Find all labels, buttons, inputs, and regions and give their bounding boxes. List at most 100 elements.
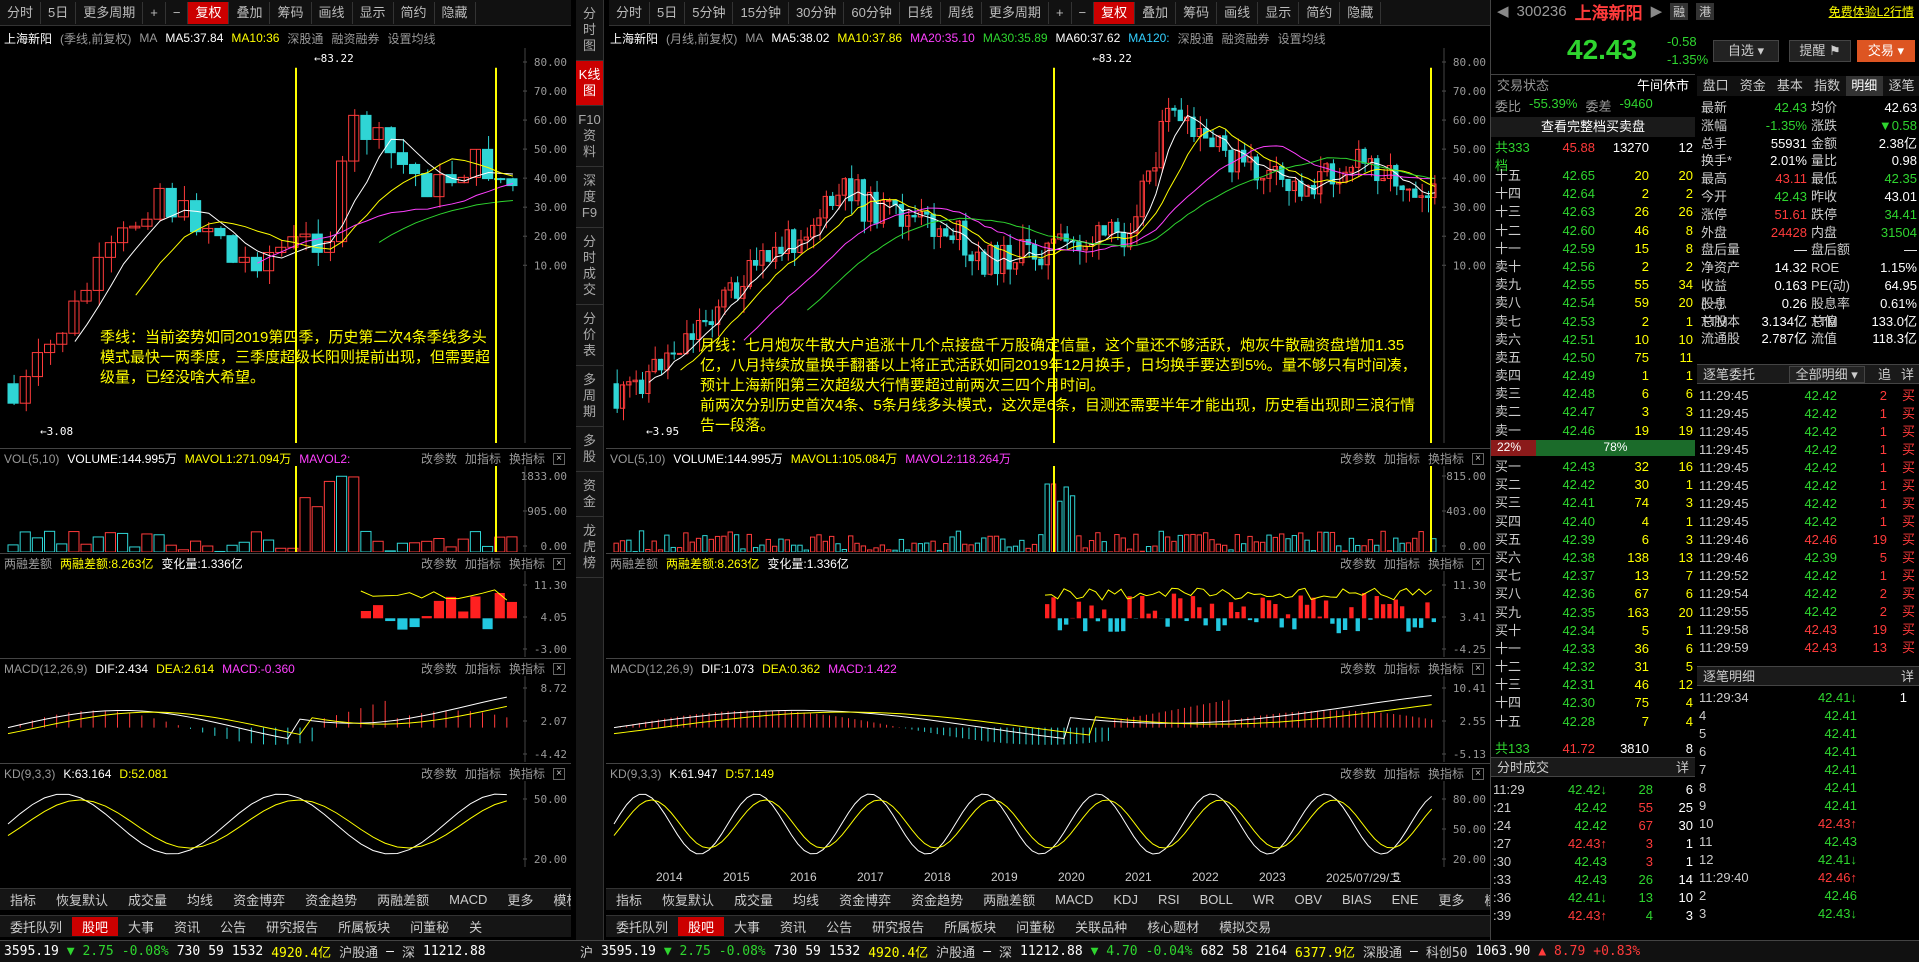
tab-5[interactable]: 研究报告 [256,917,328,936]
order-chase-button[interactable]: 追 [1878,365,1891,385]
tab-4[interactable]: 公告 [210,917,256,936]
orderbook-level[interactable]: 买六 42.38 138 13 [1491,549,1695,567]
tab-8[interactable]: 关联品种 [1065,917,1137,936]
toolbar-2[interactable]: 5分钟 [685,1,734,24]
toolbar-4[interactable]: − [166,1,189,24]
toolbar-10[interactable]: − [1072,1,1095,24]
tab-2[interactable]: 成交量 [118,890,177,909]
orderbook-level[interactable]: 卖十 42.56 2 2 [1491,258,1695,276]
indicator-action-button[interactable]: 改参数 [1340,765,1376,782]
tab-4[interactable]: 公告 [816,917,862,936]
tab-2[interactable]: 大事 [724,917,770,936]
vtab-1[interactable]: K线图 [576,61,603,106]
ticks-detail-button[interactable]: 详 [1676,758,1689,778]
tab-6[interactable]: 所属板块 [934,917,1006,936]
tab-1[interactable]: 股吧 [72,917,119,936]
orderbook-level[interactable]: 买十 42.34 5 1 [1491,622,1695,640]
toolbar-6[interactable]: 叠加 [229,1,271,24]
vtab-5[interactable]: 分价表 [576,305,603,366]
orderbook-level[interactable]: 十五 42.65 20 20 [1491,167,1695,185]
quote-tab-1[interactable]: 资金 [1734,76,1771,96]
l2-promo-link[interactable]: 免费体验L2行情 [1829,3,1914,20]
toolbar-8[interactable]: 更多周期 [982,1,1049,24]
toolbar-16[interactable]: 简约 [1299,1,1341,24]
close-indicator-icon[interactable]: × [553,662,565,675]
indicator-action-button[interactable]: 加指标 [465,555,501,572]
indicator-action-button[interactable]: 改参数 [1340,555,1376,572]
toolbar-3[interactable]: 15分钟 [733,1,789,24]
orderbook-level[interactable]: 卖四 42.49 1 1 [1491,367,1695,385]
toolbar-15[interactable]: 显示 [1258,1,1300,24]
orderbook-level[interactable]: 买五 42.39 6 3 [1491,531,1695,549]
toolbar-9[interactable]: + [1049,1,1072,24]
orderbook-level[interactable]: 十三 42.63 26 26 [1491,203,1695,221]
toolbar-10[interactable]: 简约 [394,1,435,24]
orderbook-level[interactable]: 十二 42.32 31 5 [1491,658,1695,676]
set-ma-button[interactable]: 设置均线 [1278,30,1326,47]
vtab-7[interactable]: 多股 [576,427,603,472]
tab-1[interactable]: 股吧 [678,917,725,936]
toolbar-2[interactable]: 更多周期 [76,1,144,24]
vtab-4[interactable]: 分时成交 [576,228,603,305]
hk-connect-link[interactable]: 深股通 [287,30,323,47]
tab-8[interactable]: 更多 [497,890,543,909]
orderbook-level[interactable]: 十五 42.28 7 4 [1491,713,1695,731]
close-indicator-icon[interactable]: × [1472,767,1484,780]
orderbook-level[interactable]: 卖二 42.47 3 3 [1491,403,1695,421]
orderbook-total-row[interactable]: 共133档 41.72 3810 8 [1491,740,1695,774]
toolbar-12[interactable]: 叠加 [1135,1,1177,24]
close-indicator-icon[interactable]: × [1472,662,1484,675]
toolbar-4[interactable]: 30分钟 [789,1,845,24]
toolbar-13[interactable]: 筹码 [1176,1,1218,24]
tab-10[interactable]: BOLL [1190,892,1243,907]
close-indicator-icon[interactable]: × [553,452,565,465]
indicator-action-button[interactable]: 加指标 [465,660,501,677]
tab-5[interactable]: 资金趋势 [901,890,973,909]
orderbook-level[interactable]: 卖一 42.46 19 19 [1491,422,1695,440]
tab-8[interactable]: KDJ [1103,892,1148,907]
tab-11[interactable]: WR [1243,892,1285,907]
orderbook-level[interactable]: 十一 42.59 15 8 [1491,240,1695,258]
tab-2[interactable]: 大事 [118,917,164,936]
indicator-action-button[interactable]: 加指标 [1384,450,1420,467]
vtab-3[interactable]: 深度F9 [576,167,603,228]
orderbook-level[interactable]: 卖八 42.54 59 20 [1491,294,1695,312]
indicator-action-button[interactable]: 换指标 [1428,555,1464,572]
tab-5[interactable]: 研究报告 [862,917,934,936]
next-stock-arrow[interactable]: ▶ [1651,2,1663,20]
tab-7[interactable]: MACD [439,892,497,907]
indicator-action-button[interactable]: 加指标 [465,765,501,782]
orderbook-level[interactable]: 十四 42.30 75 4 [1491,694,1695,712]
toolbar-8[interactable]: 画线 [312,1,353,24]
margin-link[interactable]: 融资融券 [331,30,379,47]
orderbook-level[interactable]: 买三 42.41 74 3 [1491,494,1695,512]
quote-tab-3[interactable]: 指数 [1809,76,1846,96]
trade-button[interactable]: 交易 ▾ [1857,40,1915,62]
tab-9[interactable]: 核心题材 [1137,917,1209,936]
indicator-action-button[interactable]: 改参数 [421,555,457,572]
tab-3[interactable]: 资讯 [164,917,210,936]
toolbar-7[interactable]: 筹码 [270,1,312,24]
tab-0[interactable]: 指标 [606,890,652,909]
full-orderbook-button[interactable]: 查看完整档买卖盘 [1491,117,1695,137]
tab-0[interactable]: 委托队列 [606,917,678,936]
toolbar-5[interactable]: 60分钟 [844,1,900,24]
tab-3[interactable]: 均线 [783,890,829,909]
indicator-action-button[interactable]: 换指标 [509,765,545,782]
indicator-action-button[interactable]: 改参数 [421,765,457,782]
orderbook-level[interactable]: 买八 42.36 67 6 [1491,585,1695,603]
indicator-action-button[interactable]: 改参数 [421,450,457,467]
toolbar-1[interactable]: 5日 [41,1,77,24]
quote-tab-2[interactable]: 基本 [1771,76,1808,96]
detail-button[interactable]: 详 [1901,667,1914,687]
orderbook-level[interactable]: 买一 42.43 32 16 [1491,458,1695,476]
orderbook-total-row[interactable]: 共333档 45.88 13270 12 [1491,139,1695,173]
set-ma-button[interactable]: 设置均线 [387,30,435,47]
tab-0[interactable]: 指标 [0,890,46,909]
tab-15[interactable]: 更多 [1428,890,1474,909]
tab-1[interactable]: 恢复默认 [652,890,724,909]
toolbar-1[interactable]: 5日 [650,1,686,24]
indicator-action-button[interactable]: 换指标 [1428,660,1464,677]
tab-7[interactable]: 问董秘 [400,917,459,936]
vtab-6[interactable]: 多周期 [576,366,603,427]
